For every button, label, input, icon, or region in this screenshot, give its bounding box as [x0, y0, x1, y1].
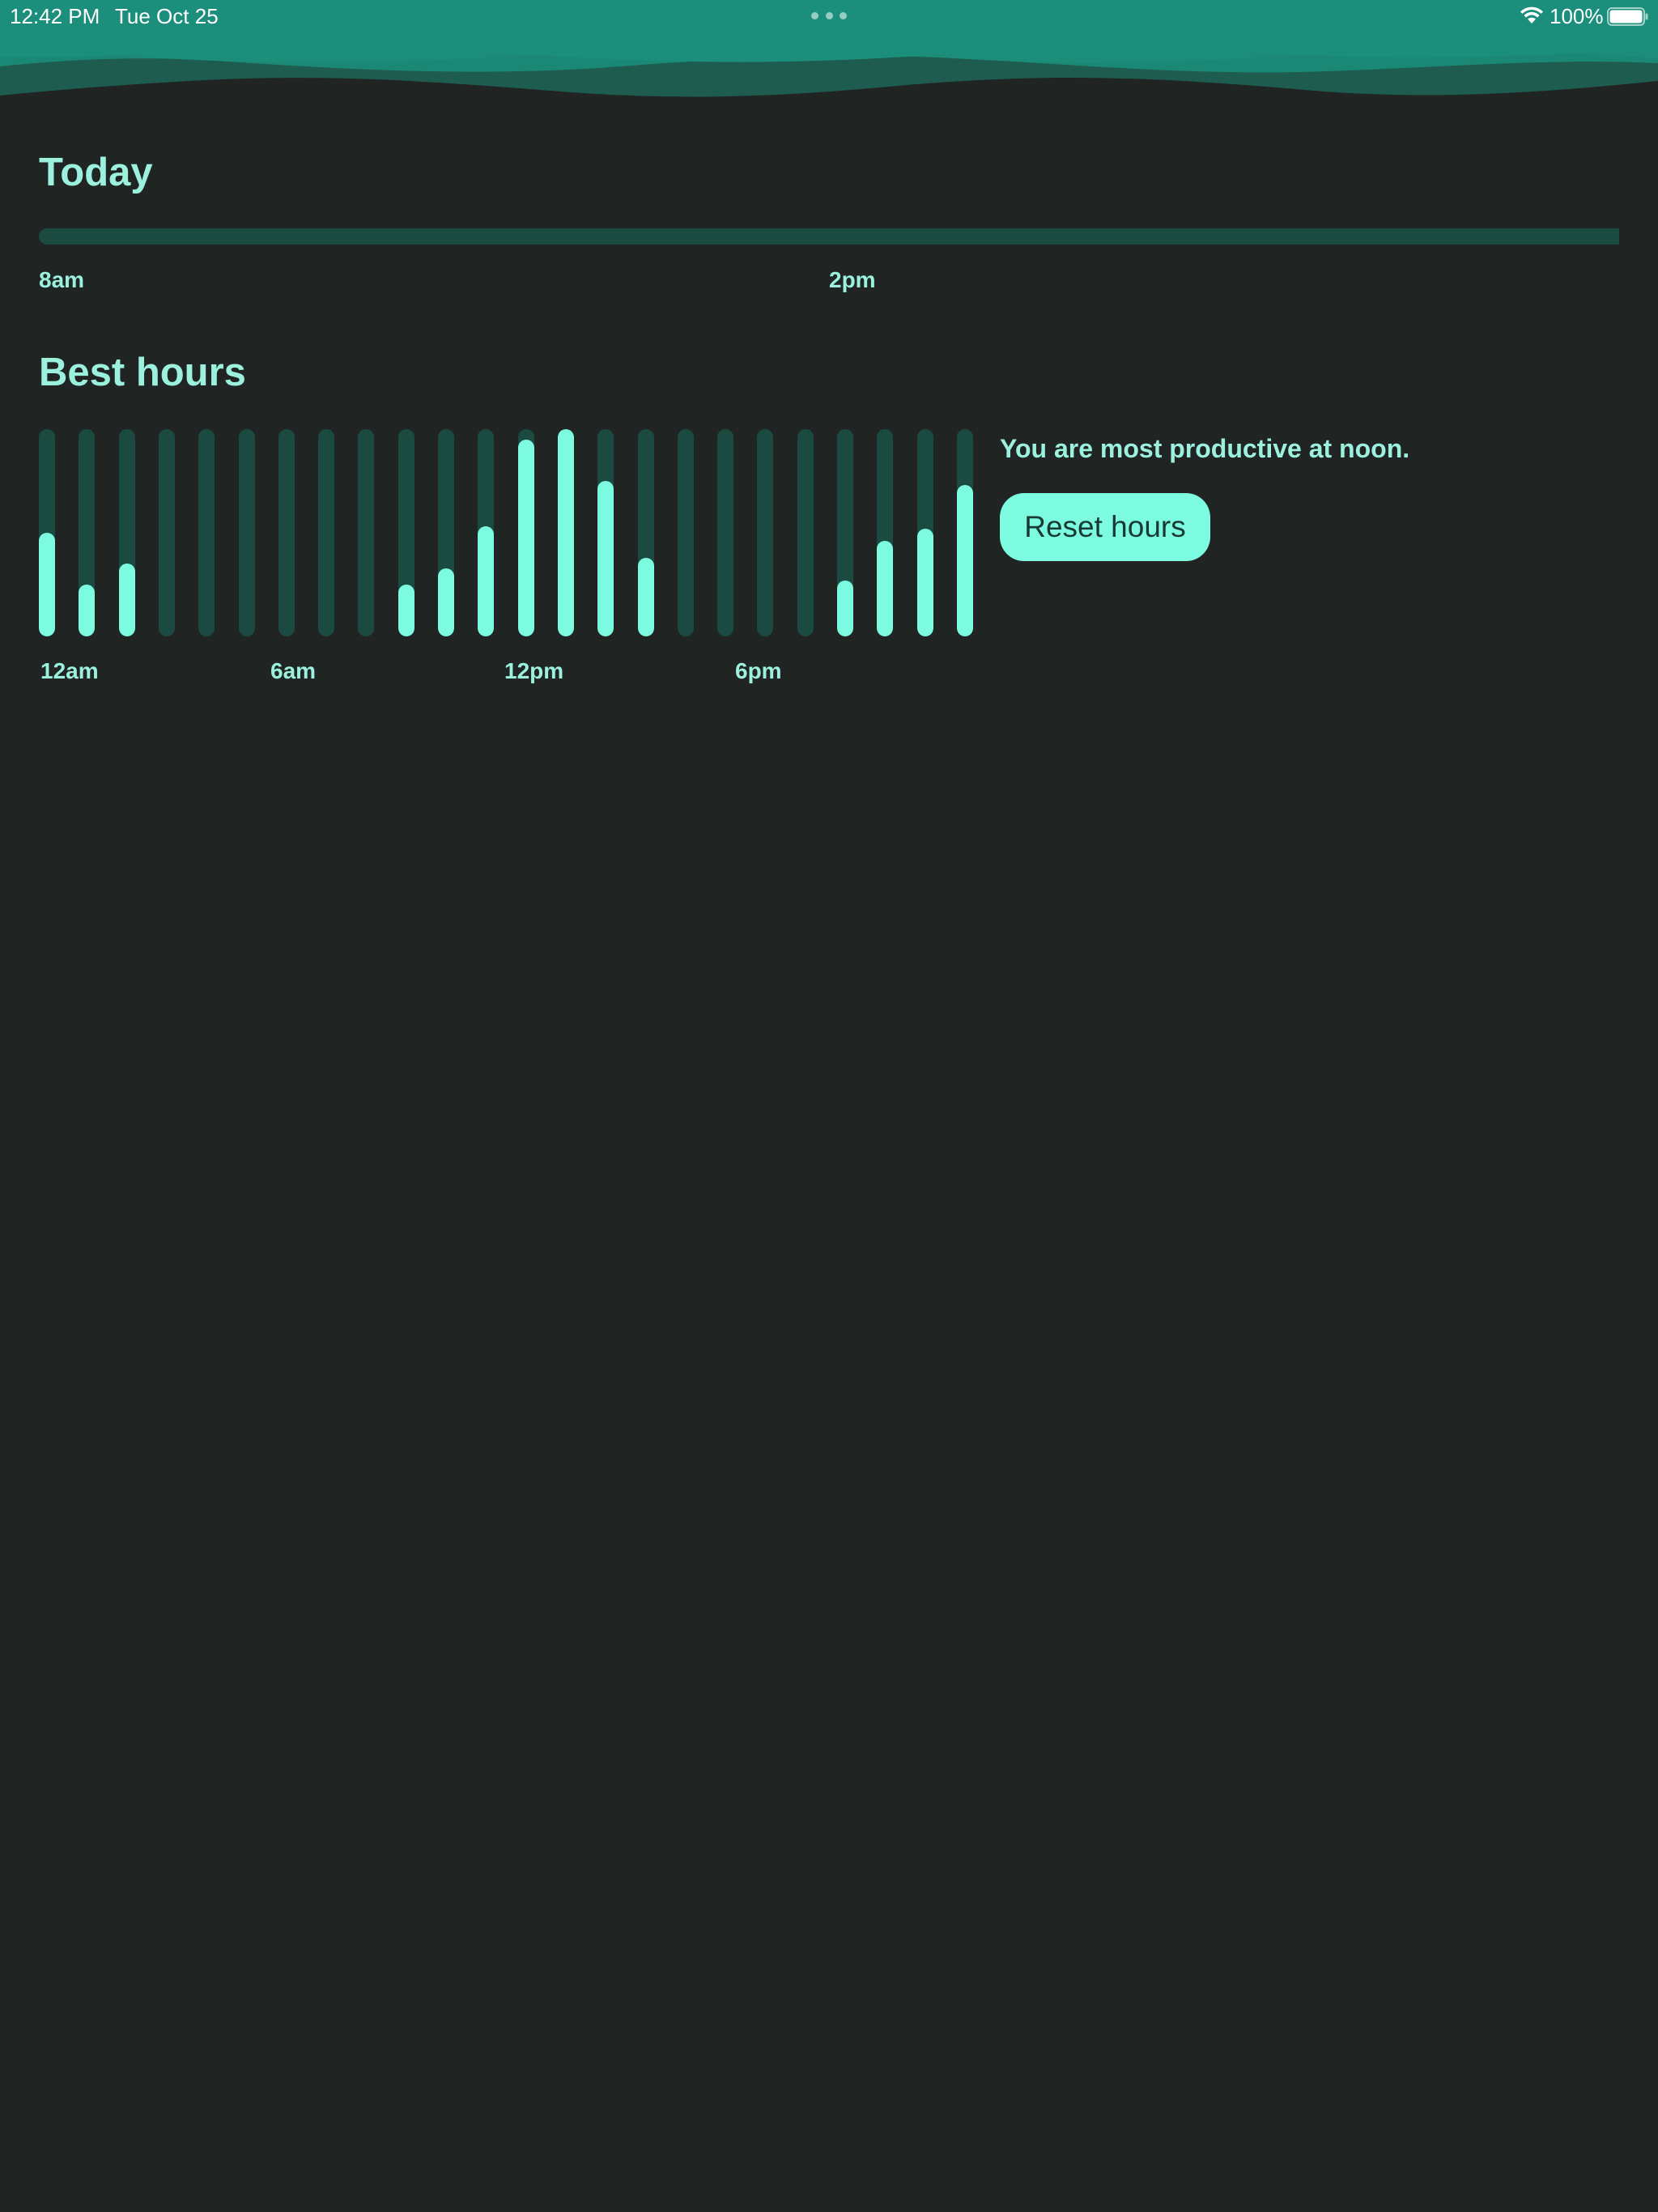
hour-bar — [478, 526, 494, 636]
today-progress-bar — [39, 228, 1619, 245]
reset-hours-button[interactable]: Reset hours — [1000, 493, 1210, 561]
hour-bar-track — [159, 429, 175, 636]
chart-tick-12am: 12am — [40, 658, 99, 683]
hour-bar-track — [638, 429, 654, 636]
hour-bar-track — [877, 429, 893, 636]
today-start-label: 8am — [39, 267, 85, 292]
chart-tick-6am: 6am — [270, 658, 317, 683]
hour-bar — [957, 485, 973, 636]
hour-bar — [438, 568, 454, 636]
hour-bar-track — [797, 429, 814, 636]
today-title: Today — [39, 151, 153, 194]
hour-bar-track — [597, 429, 614, 636]
hour-bar — [837, 581, 853, 636]
hour-bar — [558, 429, 574, 636]
status-bar: 12:42 PM Tue Oct 25 100% — [0, 0, 1658, 32]
wifi-icon — [1520, 6, 1543, 23]
hour-bar-track — [39, 429, 55, 636]
hour-bar-track — [957, 429, 973, 636]
hour-bar-track — [917, 429, 933, 636]
best-hours-chart — [39, 429, 973, 636]
best-hours-screen: 12:42 PM Tue Oct 25 100% Today 8am 2pm B… — [0, 0, 1658, 2212]
hour-bar — [597, 481, 614, 636]
hour-bar-track — [837, 429, 853, 636]
hour-bar — [638, 558, 654, 636]
hour-bar-track — [79, 429, 95, 636]
hour-bar — [79, 585, 95, 636]
best-hours-title: Best hours — [39, 351, 246, 394]
hour-bar-track — [558, 429, 574, 636]
hour-bar-track — [358, 429, 374, 636]
hour-bar — [917, 529, 933, 636]
today-mid-label: 2pm — [829, 267, 876, 292]
hour-bar-track — [717, 429, 733, 636]
hour-bar — [877, 541, 893, 636]
hour-bar-track — [278, 429, 295, 636]
status-time: 12:42 PM — [10, 4, 100, 28]
hour-bar-track — [757, 429, 773, 636]
battery-percent: 100% — [1550, 4, 1604, 28]
hour-bar — [39, 533, 55, 636]
hour-bar-track — [438, 429, 454, 636]
hour-bar-track — [198, 429, 215, 636]
multitasking-dots-icon[interactable] — [811, 12, 847, 20]
hour-bar-track — [398, 429, 414, 636]
hour-bar-track — [119, 429, 135, 636]
hour-bar-track — [678, 429, 694, 636]
hour-bar-track — [239, 429, 255, 636]
chart-tick-12pm: 12pm — [504, 658, 564, 683]
hour-bar — [398, 585, 414, 636]
productivity-insight: You are most productive at noon. — [1000, 434, 1410, 463]
battery-icon — [1607, 7, 1648, 26]
chart-tick-6pm: 6pm — [735, 658, 782, 683]
status-date: Tue Oct 25 — [115, 4, 219, 28]
hour-bar-track — [518, 429, 534, 636]
hour-bar-track — [478, 429, 494, 636]
hour-bar — [119, 564, 135, 636]
hour-bar — [518, 440, 534, 636]
hour-bar-track — [318, 429, 334, 636]
